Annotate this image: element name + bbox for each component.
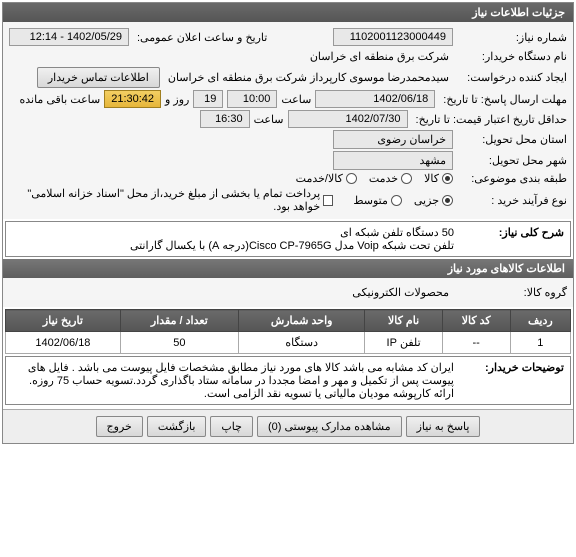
col-unit: واحد شمارش — [238, 310, 365, 332]
category-label: طبقه بندی موضوعی: — [457, 172, 567, 185]
countdown-timer: 21:30:42 — [104, 90, 161, 108]
buyer-org-label: نام دستگاه خریدار: — [457, 50, 567, 63]
main-panel: جزئیات اطلاعات نیاز شماره نیاز: 11020011… — [2, 2, 574, 444]
description-text: 50 دستگاه تلفن شبکه ای تلفن تحت شبکه Voi… — [12, 226, 454, 252]
row-creator: ایجاد کننده درخواست: سیدمحمدرضا موسوی کا… — [9, 67, 567, 88]
row-buyer-org: نام دستگاه خریدار: شرکت برق منطقه ای خرا… — [9, 48, 567, 65]
cell-date: 1402/06/18 — [6, 332, 121, 354]
public-date-label: تاریخ و ساعت اعلان عمومی: — [133, 31, 267, 44]
category-option-goods[interactable]: کالا — [424, 172, 453, 185]
checkbox-icon — [323, 195, 333, 206]
row-need-number: شماره نیاز: 1102001123000449 تاریخ و ساع… — [9, 28, 567, 46]
row-process-type: نوع فرآیند خرید : جزیی متوسط پرداخت تمام… — [9, 187, 567, 213]
deadline-remain-label: ساعت باقی مانده — [19, 93, 100, 106]
category-radio-group: کالا خدمت کالا/خدمت — [296, 172, 453, 185]
cell-name: تلفن IP — [365, 332, 442, 354]
deadline-days: 19 — [193, 90, 223, 108]
form-section: شماره نیاز: 1102001123000449 تاریخ و ساع… — [3, 22, 573, 219]
description-section: شرح کلی نیاز: 50 دستگاه تلفن شبکه ای تلف… — [5, 221, 571, 257]
category-option-both[interactable]: کالا/خدمت — [296, 172, 357, 185]
category-option-service[interactable]: خدمت — [369, 172, 412, 185]
goods-panel-title: اطلاعات کالاهای مورد نیاز — [3, 259, 573, 278]
category-goods-label: کالا — [424, 172, 439, 185]
remarks-label: توضیحات خریدار: — [454, 361, 564, 400]
goods-group-value: محصولات الکترونیکی — [348, 284, 453, 301]
creator-value: سیدمحمدرضا موسوی کارپرداز شرکت برق منطقه… — [164, 69, 453, 86]
footer-bar: پاسخ به نیاز مشاهده مدارک پیوستی (0) چاپ… — [3, 409, 573, 443]
cell-unit: دستگاه — [238, 332, 365, 354]
deadline-time-label: ساعت — [281, 93, 311, 106]
province-value: خراسان رضوی — [333, 130, 453, 149]
goods-table: ردیف کد کالا نام کالا واحد شمارش تعداد /… — [5, 309, 571, 354]
col-idx: ردیف — [510, 310, 570, 332]
price-validity-time: 16:30 — [200, 110, 250, 128]
table-row[interactable]: 1 -- تلفن IP دستگاه 50 1402/06/18 — [6, 332, 571, 354]
cell-qty: 50 — [120, 332, 238, 354]
process-option-minor[interactable]: جزیی — [414, 194, 453, 207]
radio-icon — [401, 173, 412, 184]
deadline-days-label: روز و — [165, 93, 189, 106]
goods-group-section: گروه کالا: محصولات الکترونیکی — [3, 278, 573, 307]
description-label: شرح کلی نیاز: — [454, 226, 564, 252]
radio-icon — [346, 173, 357, 184]
col-code: کد کالا — [442, 310, 510, 332]
cell-code: -- — [442, 332, 510, 354]
buyer-org-value: شرکت برق منطقه ای خراسان — [306, 48, 453, 65]
col-name: نام کالا — [365, 310, 442, 332]
price-validity-label: حداقل تاریخ اعتبار قیمت: تا تاریخ: — [412, 113, 567, 126]
process-radio-group: جزیی متوسط — [353, 194, 453, 207]
treasury-checkbox-label: پرداخت تمام یا بخشی از مبلغ خرید،از محل … — [9, 187, 320, 213]
need-number-label: شماره نیاز: — [457, 31, 567, 44]
row-province: استان محل تحویل: خراسان رضوی — [9, 130, 567, 149]
process-medium-label: متوسط — [353, 194, 388, 207]
city-value: مشهد — [333, 151, 453, 170]
province-label: استان محل تحویل: — [457, 133, 567, 146]
back-button[interactable]: بازگشت — [147, 416, 207, 437]
cell-idx: 1 — [510, 332, 570, 354]
attachments-button[interactable]: مشاهده مدارک پیوستی (0) — [257, 416, 402, 437]
radio-icon — [442, 173, 453, 184]
goods-group-label: گروه کالا: — [457, 286, 567, 299]
contact-info-button[interactable]: اطلاعات تماس خریدار — [37, 67, 160, 88]
table-header-row: ردیف کد کالا نام کالا واحد شمارش تعداد /… — [6, 310, 571, 332]
category-both-label: کالا/خدمت — [296, 172, 343, 185]
process-option-medium[interactable]: متوسط — [353, 194, 402, 207]
row-category: طبقه بندی موضوعی: کالا خدمت کالا/خدمت — [9, 172, 567, 185]
public-date-value: 1402/05/29 - 12:14 — [9, 28, 129, 46]
price-validity-date: 1402/07/30 — [288, 110, 408, 128]
goods-table-section: ردیف کد کالا نام کالا واحد شمارش تعداد /… — [5, 309, 571, 354]
panel-title: جزئیات اطلاعات نیاز — [3, 3, 573, 22]
process-minor-label: جزیی — [414, 194, 439, 207]
row-city: شهر محل تحویل: مشهد — [9, 151, 567, 170]
row-goods-group: گروه کالا: محصولات الکترونیکی — [9, 284, 567, 301]
radio-icon — [391, 195, 402, 206]
price-validity-time-label: ساعت — [254, 113, 284, 126]
respond-button[interactable]: پاسخ به نیاز — [406, 416, 481, 437]
creator-label: ایجاد کننده درخواست: — [457, 71, 567, 84]
remarks-text: ایران کد مشابه می باشد کالا های مورد نیا… — [12, 361, 454, 400]
process-type-label: نوع فرآیند خرید : — [457, 194, 567, 207]
need-number-value: 1102001123000449 — [333, 28, 453, 46]
deadline-date: 1402/06/18 — [315, 90, 435, 108]
row-deadline: مهلت ارسال پاسخ: تا تاریخ: 1402/06/18 سا… — [9, 90, 567, 108]
deadline-label: مهلت ارسال پاسخ: تا تاریخ: — [439, 93, 567, 106]
deadline-time: 10:00 — [227, 90, 277, 108]
radio-icon — [442, 195, 453, 206]
print-button[interactable]: چاپ — [210, 416, 253, 437]
col-qty: تعداد / مقدار — [120, 310, 238, 332]
exit-button[interactable]: خروج — [96, 416, 143, 437]
treasury-checkbox-item[interactable]: پرداخت تمام یا بخشی از مبلغ خرید،از محل … — [9, 187, 333, 213]
city-label: شهر محل تحویل: — [457, 154, 567, 167]
remarks-section: توضیحات خریدار: ایران کد مشابه می باشد ک… — [5, 356, 571, 405]
col-date: تاریخ نیاز — [6, 310, 121, 332]
category-service-label: خدمت — [369, 172, 398, 185]
row-price-validity: حداقل تاریخ اعتبار قیمت: تا تاریخ: 1402/… — [9, 110, 567, 128]
